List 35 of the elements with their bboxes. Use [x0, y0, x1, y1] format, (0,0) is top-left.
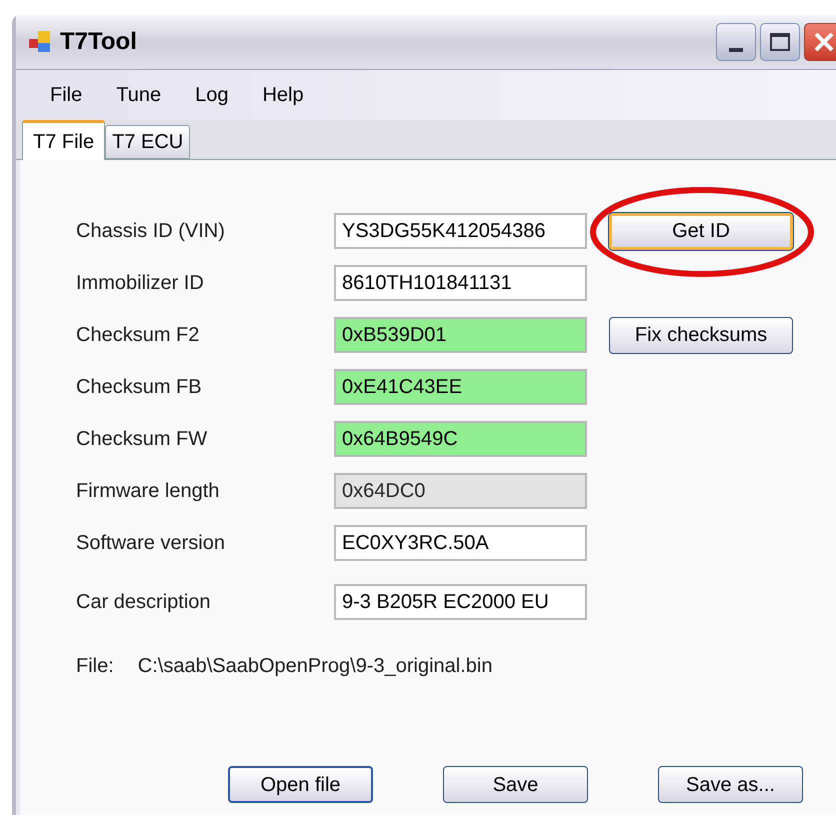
field-label: Chassis ID (VIN) [76, 219, 226, 244]
file-path: C:\saab\SaabOpenProg\9-3_original.bin [138, 654, 492, 679]
field-label: Checksum FB [76, 375, 203, 400]
field-label: Firmware length [76, 479, 220, 504]
field-label: Checksum FW [76, 427, 208, 452]
text-field[interactable]: 8610TH101841131 [334, 265, 587, 301]
text-field[interactable]: 0x64B9549C [334, 421, 587, 457]
text-field[interactable]: 0xB539D01 [334, 317, 587, 353]
action-button[interactable]: Get ID [609, 212, 793, 250]
field-label: Immobilizer ID [76, 271, 205, 296]
text-field[interactable]: YS3DG55K412054386 [334, 213, 587, 249]
menu-item[interactable]: Tune [112, 80, 166, 110]
app-icon [28, 30, 52, 54]
tab[interactable]: T7 ECU [105, 125, 190, 159]
field-label: Software version [76, 531, 226, 556]
close-icon [813, 31, 835, 53]
close-button[interactable] [804, 23, 836, 61]
field-label: Checksum F2 [76, 323, 200, 348]
action-button[interactable]: Save as... [658, 766, 803, 803]
action-button[interactable]: Fix checksums [609, 316, 793, 354]
file-label: File: [76, 654, 114, 679]
menu-item[interactable]: Log [191, 80, 232, 110]
text-field[interactable]: 0x64DC0 [334, 473, 587, 509]
window-title: T7Tool [60, 27, 137, 57]
text-field[interactable]: EC0XY3RC.50A [334, 525, 587, 561]
field-label: Car description [76, 590, 212, 615]
action-button[interactable]: Save [443, 766, 588, 803]
menu-item[interactable]: File [46, 80, 86, 110]
menu-item[interactable]: Help [258, 80, 308, 110]
tab[interactable]: T7 File [22, 120, 106, 160]
action-button[interactable]: Open file [228, 766, 373, 803]
text-field[interactable]: 0xE41C43EE [334, 369, 587, 405]
maximize-button[interactable] [760, 23, 800, 61]
text-field[interactable]: 9-3 B205R EC2000 EU [334, 584, 587, 620]
minimize-button[interactable] [716, 23, 756, 61]
